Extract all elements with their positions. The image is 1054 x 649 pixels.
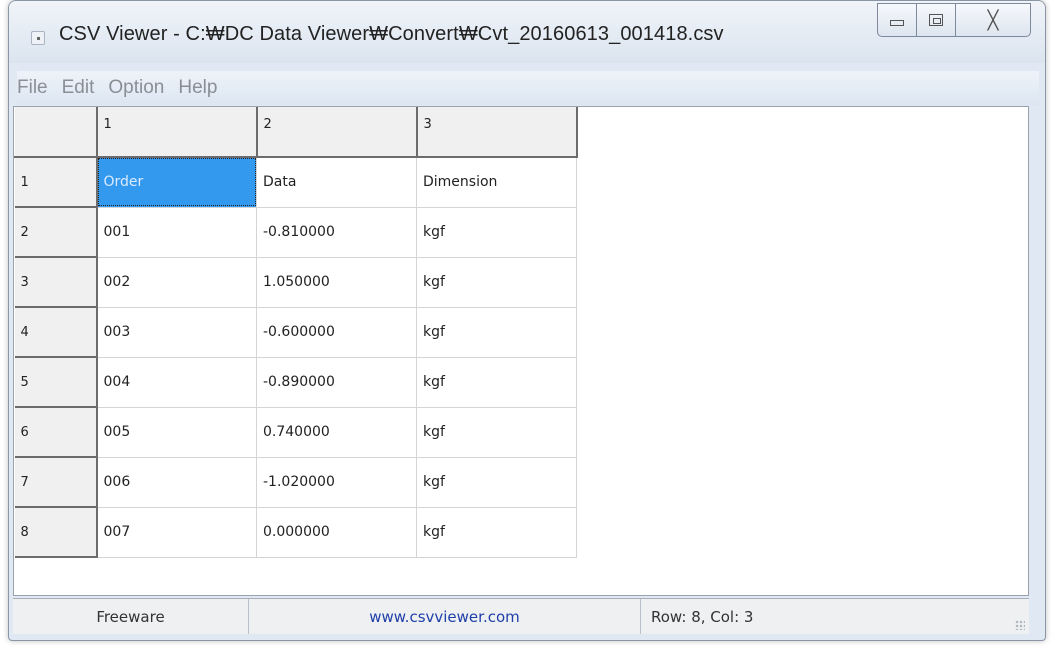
row-header[interactable]: 3 [14, 257, 98, 308]
window-controls: ╳ [877, 3, 1031, 37]
column-header-row: 1 2 3 [14, 107, 578, 158]
app-icon[interactable] [31, 31, 45, 45]
grid-cell-selected[interactable]: Order [96, 157, 257, 208]
column-header[interactable]: 2 [256, 107, 418, 158]
status-bar: Freeware www.csvviewer.com Row: 8, Col: … [13, 598, 1029, 634]
table-row: 6 005 0.740000 kgf [14, 407, 577, 458]
minimize-icon [890, 20, 904, 26]
grid-cell[interactable]: -0.810000 [256, 207, 417, 258]
table-row: 7 006 -1.020000 kgf [14, 457, 577, 508]
grid-corner[interactable] [14, 107, 98, 158]
row-header[interactable]: 7 [14, 457, 98, 508]
grid-cell[interactable]: 0.000000 [256, 507, 417, 558]
grid-cell[interactable]: kgf [416, 257, 577, 308]
menu-file[interactable]: File [17, 77, 60, 99]
grid-cell[interactable]: Dimension [416, 157, 577, 208]
table-row: 2 001 -0.810000 kgf [14, 207, 577, 258]
grid-cell[interactable]: 003 [96, 307, 257, 358]
row-header[interactable]: 4 [14, 307, 98, 358]
column-header[interactable]: 1 [96, 107, 258, 158]
window-title: CSV Viewer - C:₩DC Data Viewer₩Convert₩C… [59, 23, 724, 45]
table-row: 8 007 0.000000 kgf [14, 507, 577, 558]
grid-cell[interactable]: -1.020000 [256, 457, 417, 508]
status-website-link[interactable]: www.csvviewer.com [249, 599, 641, 634]
resize-grip-icon[interactable] [1015, 620, 1025, 630]
table-row: 3 002 1.050000 kgf [14, 257, 577, 308]
grid-cell[interactable]: kgf [416, 357, 577, 408]
grid-cell[interactable]: 005 [96, 407, 257, 458]
grid-cell[interactable]: 007 [96, 507, 257, 558]
table-row: 5 004 -0.890000 kgf [14, 357, 577, 408]
grid-cell[interactable]: kgf [416, 507, 577, 558]
row-header[interactable]: 8 [14, 507, 98, 558]
close-button[interactable]: ╳ [955, 3, 1031, 37]
grid-area[interactable]: 1 2 3 1 Order Data Dimension 2 001 -0.81… [13, 106, 1029, 596]
grid-cell[interactable]: 002 [96, 257, 257, 308]
column-header[interactable]: 3 [416, 107, 578, 158]
row-header[interactable]: 1 [14, 157, 98, 208]
menu-bar: File Edit Option Help [17, 71, 1039, 105]
grid-cell[interactable]: Data [256, 157, 417, 208]
row-header[interactable]: 2 [14, 207, 98, 258]
grid-cell[interactable]: 1.050000 [256, 257, 417, 308]
grid-cell[interactable]: 001 [96, 207, 257, 258]
grid-cell[interactable]: kgf [416, 207, 577, 258]
status-row-col: Row: 8, Col: 3 [651, 607, 754, 626]
status-freeware: Freeware [13, 599, 249, 634]
grid-cell[interactable]: 004 [96, 357, 257, 408]
csv-grid: 1 2 3 1 Order Data Dimension 2 001 -0.81… [14, 107, 578, 558]
grid-cell[interactable]: 006 [96, 457, 257, 508]
maximize-button[interactable] [916, 3, 956, 37]
maximize-icon [929, 14, 943, 26]
title-bar[interactable]: CSV Viewer - C:₩DC Data Viewer₩Convert₩C… [9, 1, 1045, 63]
grid-cell[interactable]: kgf [416, 407, 577, 458]
table-row: 4 003 -0.600000 kgf [14, 307, 577, 358]
grid-cell[interactable]: -0.890000 [256, 357, 417, 408]
grid-cell[interactable]: -0.600000 [256, 307, 417, 358]
menu-help[interactable]: Help [178, 77, 229, 99]
grid-cell[interactable]: kgf [416, 457, 577, 508]
row-header[interactable]: 6 [14, 407, 98, 458]
menu-edit[interactable]: Edit [62, 77, 107, 99]
minimize-button[interactable] [877, 3, 917, 37]
grid-cell[interactable]: 0.740000 [256, 407, 417, 458]
close-icon: ╳ [987, 9, 999, 31]
menu-option[interactable]: Option [108, 77, 176, 99]
table-row: 1 Order Data Dimension [14, 157, 577, 208]
grid-cell[interactable]: kgf [416, 307, 577, 358]
row-header[interactable]: 5 [14, 357, 98, 408]
